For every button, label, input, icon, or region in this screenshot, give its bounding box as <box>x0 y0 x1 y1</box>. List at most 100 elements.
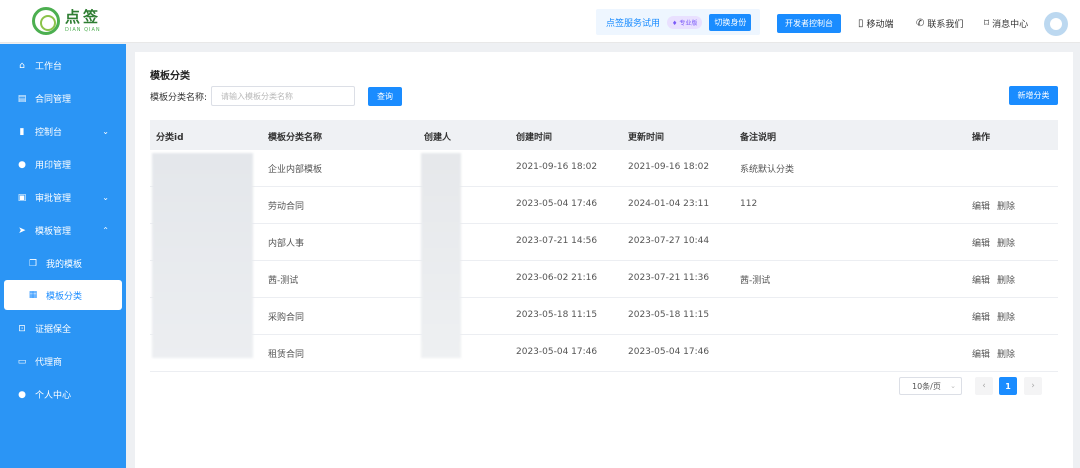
category-name: 茜-测试 <box>268 276 299 286</box>
sidebar-item-profile[interactable]: ● 个人中心 <box>0 378 126 411</box>
lock-icon: ⊡ <box>18 323 26 334</box>
avatar[interactable] <box>1044 12 1068 36</box>
filter-label: 模板分类名称: <box>150 93 208 103</box>
delete-link[interactable]: 删除 <box>997 199 1015 212</box>
main-panel: 模板分类 模板分类名称: 查询 新增分类 分类id 模板分类名称 创建人 创建时… <box>135 52 1073 468</box>
table-row: 劳动合同 2023-05-04 17:46 2024-01-04 23:11 1… <box>150 187 1058 224</box>
delete-link[interactable]: 删除 <box>997 273 1015 286</box>
home-icon: ⌂ <box>19 60 25 71</box>
category-name: 企业内部模板 <box>268 165 323 175</box>
table-row: 企业内部模板 2021-09-16 18:02 2021-09-16 18:02… <box>150 150 1058 187</box>
category-name-input[interactable] <box>211 86 355 106</box>
updated-time: 2021-09-16 18:02 <box>628 162 710 172</box>
query-button[interactable]: 查询 <box>368 87 402 106</box>
trial-banner: 点签服务试用 ♦ 专业版 切换身份 <box>596 9 760 35</box>
add-category-button[interactable]: 新增分类 <box>1009 86 1058 105</box>
redacted-id-column <box>152 153 253 358</box>
call-icon: ✆ <box>916 18 925 29</box>
delete-link[interactable]: 删除 <box>997 310 1015 323</box>
edit-link[interactable]: 编辑 <box>972 199 990 212</box>
mobile-link[interactable]: ▯ 移动端 <box>858 17 894 30</box>
updated-time: 2023-05-04 17:46 <box>628 347 710 357</box>
sidebar-item-workbench[interactable]: ⌂ 工作台 <box>0 49 126 82</box>
bell-icon: ⌑ <box>984 18 990 29</box>
column-header: 备注说明 <box>740 133 777 143</box>
category-name: 租赁合同 <box>268 350 305 360</box>
phone-icon: ▯ <box>858 18 864 29</box>
switch-identity-button[interactable]: 切换身份 <box>709 13 752 31</box>
created-time: 2023-05-18 11:15 <box>516 310 598 320</box>
copy-icon: ❐ <box>28 258 38 269</box>
document-icon: ▤ <box>17 93 27 104</box>
table-row: 采购合同 2023-05-18 11:15 2023-05-18 11:15 编… <box>150 298 1058 335</box>
chevron-down-icon: ⌄ <box>102 127 109 136</box>
table-row: 租赁合同 2023-05-04 17:46 2023-05-04 17:46 编… <box>150 335 1058 372</box>
edit-link[interactable]: 编辑 <box>972 273 990 286</box>
sidebar-item-template-categories[interactable]: ▦ 模板分类 <box>4 280 122 310</box>
updated-time: 2024-01-04 23:11 <box>628 199 710 209</box>
created-time: 2023-05-04 17:46 <box>516 347 598 357</box>
bar-chart-icon: ▮ <box>19 126 25 137</box>
category-name: 内部人事 <box>268 239 305 249</box>
redacted-creator-column <box>421 153 461 358</box>
table-row: 内部人事 2023-07-21 14:56 2023-07-27 10:44 编… <box>150 224 1058 261</box>
delete-link[interactable]: 删除 <box>997 347 1015 360</box>
person-icon: ● <box>18 389 26 400</box>
current-page-button[interactable]: 1 <box>999 377 1017 395</box>
created-time: 2023-07-21 14:56 <box>516 236 598 246</box>
sidebar-item-agent[interactable]: ▭ 代理商 <box>0 345 126 378</box>
briefcase-icon: ▭ <box>17 356 27 367</box>
brand-logo[interactable]: 点签 DIAN QIAN <box>32 7 101 35</box>
column-header: 创建人 <box>424 133 452 143</box>
messages-link[interactable]: ⌑ 消息中心 <box>984 17 1028 30</box>
sidebar-item-templates[interactable]: ➤ 模板管理 ⌃ <box>0 214 126 247</box>
updated-time: 2023-07-27 10:44 <box>628 236 710 246</box>
send-icon: ➤ <box>18 225 26 236</box>
category-name: 采购合同 <box>268 313 305 323</box>
sidebar-item-contracts[interactable]: ▤ 合同管理 <box>0 82 126 115</box>
chevron-up-icon: ⌃ <box>102 226 109 235</box>
created-time: 2021-09-16 18:02 <box>516 162 598 172</box>
column-header: 更新时间 <box>628 133 665 143</box>
clipboard-icon: ▣ <box>17 192 27 203</box>
next-page-button[interactable]: › <box>1024 377 1042 395</box>
table-header: 分类id 模板分类名称 创建人 创建时间 更新时间 备注说明 操作 <box>150 120 1058 150</box>
page-title: 模板分类 <box>150 71 190 82</box>
sidebar-item-console[interactable]: ▮ 控制台 ⌄ <box>0 115 126 148</box>
created-time: 2023-05-04 17:46 <box>516 199 598 209</box>
chevron-down-icon: ⌄ <box>102 193 109 202</box>
category-name: 劳动合同 <box>268 202 305 212</box>
updated-time: 2023-07-21 11:36 <box>628 273 710 283</box>
dev-console-button[interactable]: 开发者控制台 <box>777 14 841 33</box>
column-header: 创建时间 <box>516 133 553 143</box>
sidebar-item-approval[interactable]: ▣ 审批管理 ⌄ <box>0 181 126 214</box>
trial-text: 点签服务试用 <box>606 18 661 29</box>
created-time: 2023-06-02 21:16 <box>516 273 598 283</box>
brand-name-en: DIAN QIAN <box>65 26 101 33</box>
user-icon: ● <box>18 159 26 170</box>
grid-icon: ▦ <box>28 290 38 300</box>
column-header: 模板分类名称 <box>268 133 323 143</box>
contact-link[interactable]: ✆ 联系我们 <box>916 17 963 30</box>
sidebar-item-seal[interactable]: ● 用印管理 <box>0 148 126 181</box>
edit-link[interactable]: 编辑 <box>972 347 990 360</box>
column-header: 操作 <box>972 133 991 143</box>
pro-badge: ♦ 专业版 <box>667 15 703 29</box>
top-header: 点签 DIAN QIAN 点签服务试用 ♦ 专业版 切换身份 开发者控制台 ▯ … <box>0 0 1080 43</box>
delete-link[interactable]: 删除 <box>997 236 1015 249</box>
sidebar-item-my-templates[interactable]: ❐ 我的模板 <box>0 247 126 280</box>
sidebar: ⌂ 工作台 ▤ 合同管理 ▮ 控制台 ⌄ ● 用印管理 ▣ 审批管理 ⌄ ➤ 模… <box>0 44 126 468</box>
table-row: 茜-测试 2023-06-02 21:16 2023-07-21 11:36 茜… <box>150 261 1058 298</box>
note: 112 <box>740 199 758 209</box>
logo-icon <box>32 7 60 35</box>
note: 茜-测试 <box>740 276 771 286</box>
page-size-select[interactable]: 10条/页 ⌄ <box>899 377 962 395</box>
chevron-down-icon: ⌄ <box>950 382 956 390</box>
sidebar-item-evidence[interactable]: ⊡ 证据保全 <box>0 312 126 345</box>
column-header: 分类id <box>156 133 184 143</box>
prev-page-button[interactable]: ‹ <box>975 377 993 395</box>
edit-link[interactable]: 编辑 <box>972 236 990 249</box>
edit-link[interactable]: 编辑 <box>972 310 990 323</box>
updated-time: 2023-05-18 11:15 <box>628 310 710 320</box>
note: 系统默认分类 <box>740 165 795 175</box>
